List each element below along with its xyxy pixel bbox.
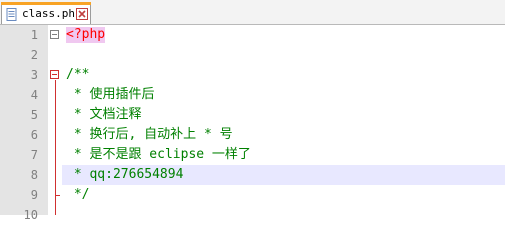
code-editor[interactable]: 1 <?php 2 3 /** 4 * 使用插件后 5 * 文档注释 6 * 换… — [0, 25, 505, 222]
code-line[interactable]: 3 /** — [0, 65, 505, 85]
comment-text: * 文档注释 — [66, 107, 142, 122]
fold-line — [55, 165, 56, 185]
php-open-tag: <?php — [66, 27, 106, 43]
comment-text: /** — [66, 67, 90, 82]
comment-text: * qq:276654894 — [66, 167, 184, 182]
tab-bar: class.php — [0, 0, 505, 25]
current-code-line[interactable]: 8 * qq:276654894 — [0, 165, 505, 185]
line-number: 3 — [30, 68, 38, 82]
line-number: 6 — [30, 128, 38, 142]
line-number: 10 — [23, 208, 38, 222]
code-line[interactable]: 7 * 是不是跟 eclipse 一样了 — [0, 145, 505, 165]
code-line[interactable]: 6 * 换行后, 自动补上 * 号 — [0, 125, 505, 145]
comment-text: * 使用插件后 — [66, 87, 155, 102]
code-line[interactable]: 4 * 使用插件后 — [0, 85, 505, 105]
comment-text: * 是不是跟 eclipse 一样了 — [66, 147, 251, 162]
active-tab-indicator — [1, 2, 91, 5]
close-icon[interactable] — [76, 8, 88, 20]
line-number: 4 — [30, 88, 38, 102]
code-line[interactable]: 5 * 文档注释 — [0, 105, 505, 125]
code-line[interactable]: 1 <?php — [0, 25, 505, 45]
tab-class-php[interactable]: class.php — [1, 2, 91, 24]
line-number: 9 — [30, 188, 38, 202]
document-icon — [6, 8, 17, 21]
code-line[interactable]: 10 — [0, 205, 505, 225]
code-line[interactable]: 2 — [0, 45, 505, 65]
gutter-cell: 8 — [0, 165, 48, 185]
code-line[interactable]: 9 */ — [0, 185, 505, 205]
line-number: 1 — [30, 28, 38, 42]
tab-label: class.php — [22, 7, 82, 20]
comment-text: */ — [66, 187, 90, 202]
line-number: 7 — [30, 148, 38, 162]
line-number: 2 — [30, 48, 38, 62]
line-number: 5 — [30, 108, 38, 122]
comment-text: * 换行后, 自动补上 * 号 — [66, 127, 233, 142]
line-number: 8 — [30, 168, 38, 182]
